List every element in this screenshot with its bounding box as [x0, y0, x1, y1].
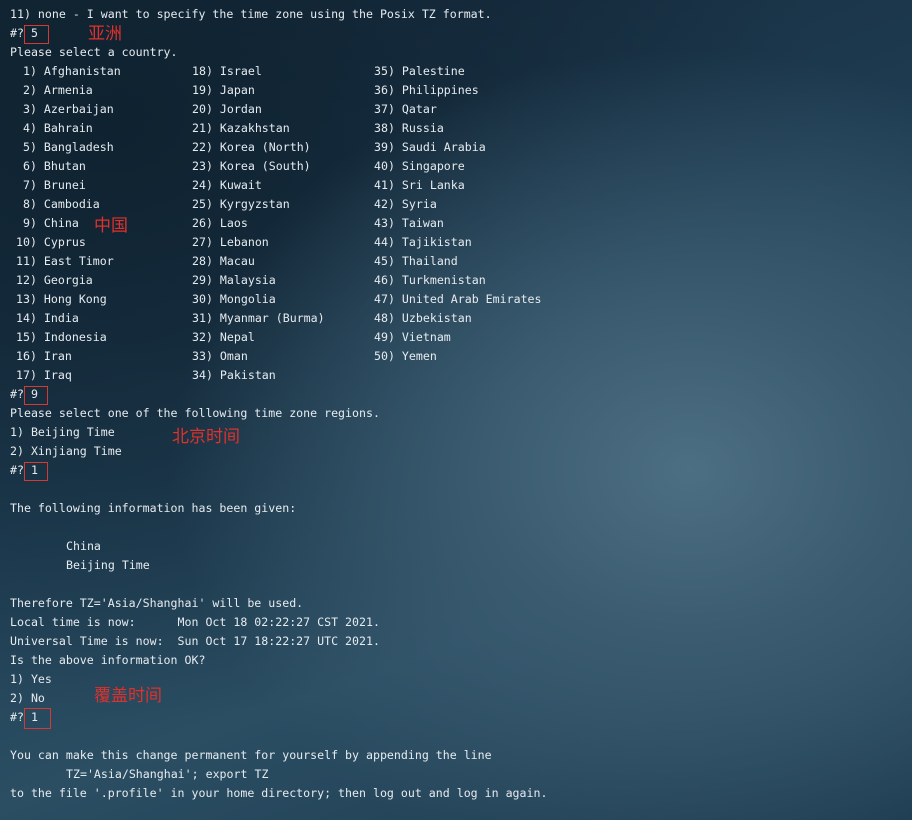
permanent-line-2: TZ='Asia/Shanghai'; export TZ [66, 767, 269, 781]
country-option: 20) Jordan [192, 102, 262, 116]
confirm-option-yes: 1) Yes [10, 672, 52, 686]
country-option: 10) Cyprus [16, 235, 86, 249]
confirm-question: Is the above information OK? [10, 653, 206, 667]
country-option: 18) Israel [192, 64, 262, 78]
country-option: 8) Cambodia [16, 197, 100, 211]
country-option: 14) India [16, 311, 79, 325]
country-option: 43) Taiwan [374, 216, 444, 230]
input-confirm: 1 [31, 710, 38, 724]
country-option: 42) Syria [374, 197, 437, 211]
country-option: 25) Kyrgyzstan [192, 197, 290, 211]
country-option: 5) Bangladesh [16, 140, 114, 154]
country-option: 27) Lebanon [192, 235, 269, 249]
annotation-china: 中国 [94, 216, 128, 236]
country-option: 50) Yemen [374, 349, 437, 363]
input-region: 1 [31, 463, 38, 477]
region-option-beijing: 1) Beijing Time [10, 425, 115, 439]
country-option: 17) Iraq [16, 368, 72, 382]
info-zone: Beijing Time [66, 558, 150, 572]
country-option: 16) Iran [16, 349, 72, 363]
annotation-asia: 亚洲 [88, 24, 122, 44]
country-option: 46) Turkmenistan [374, 273, 486, 287]
country-option: 9) China [16, 216, 79, 230]
country-option: 37) Qatar [374, 102, 437, 116]
country-option: 3) Azerbaijan [16, 102, 114, 116]
prompt-region: #? [10, 463, 24, 477]
country-option: 34) Pakistan [192, 368, 276, 382]
prompt-country: #? [10, 387, 24, 401]
input-continent: 5 [31, 26, 38, 40]
country-option: 6) Bhutan [16, 159, 86, 173]
country-option: 28) Macau [192, 254, 255, 268]
prompt-confirm: #? [10, 710, 24, 724]
country-option: 30) Mongolia [192, 292, 276, 306]
country-option: 29) Malaysia [192, 273, 276, 287]
country-option: 36) Philippines [374, 83, 479, 97]
info-country: China [66, 539, 101, 553]
country-option: 45) Thailand [374, 254, 458, 268]
local-time-line: Local time is now: Mon Oct 18 02:22:27 C… [10, 615, 380, 629]
universal-time-line: Universal Time is now: Sun Oct 17 18:22:… [10, 634, 380, 648]
country-option: 44) Tajikistan [374, 235, 472, 249]
country-option: 22) Korea (North) [192, 140, 311, 154]
terminal-window[interactable]: 11) none - I want to specify the time zo… [0, 0, 912, 820]
country-option: 1) Afghanistan [16, 64, 121, 78]
select-country-line: Please select a country. [10, 45, 178, 59]
country-option: 38) Russia [374, 121, 444, 135]
country-option: 35) Palestine [374, 64, 465, 78]
country-option: 24) Kuwait [192, 178, 262, 192]
confirm-option-no: 2) No [10, 691, 45, 705]
region-option-xinjiang: 2) Xinjiang Time [10, 444, 122, 458]
country-option: 12) Georgia [16, 273, 93, 287]
annotation-overwrite-time: 覆盖时间 [94, 686, 162, 706]
country-option: 23) Korea (South) [192, 159, 311, 173]
country-option: 31) Myanmar (Burma) [192, 311, 325, 325]
country-option: 7) Brunei [16, 178, 86, 192]
posix-option-line: 11) none - I want to specify the time zo… [10, 7, 492, 21]
country-option: 15) Indonesia [16, 330, 107, 344]
country-option: 49) Vietnam [374, 330, 451, 344]
country-option: 19) Japan [192, 83, 255, 97]
country-option: 4) Bahrain [16, 121, 93, 135]
country-option: 26) Laos [192, 216, 248, 230]
country-option: 41) Sri Lanka [374, 178, 465, 192]
permanent-line-3: to the file '.profile' in your home dire… [10, 786, 548, 800]
country-option: 47) United Arab Emirates [374, 292, 542, 306]
input-country: 9 [31, 387, 38, 401]
permanent-line-1: You can make this change permanent for y… [10, 748, 492, 762]
country-option: 40) Singapore [374, 159, 465, 173]
country-option: 21) Kazakhstan [192, 121, 290, 135]
country-option: 13) Hong Kong [16, 292, 107, 306]
info-given-line: The following information has been given… [10, 501, 297, 515]
country-option: 39) Saudi Arabia [374, 140, 486, 154]
country-option: 2) Armenia [16, 83, 93, 97]
country-option: 11) East Timor [16, 254, 114, 268]
country-option: 33) Oman [192, 349, 248, 363]
annotation-beijing-time: 北京时间 [172, 427, 240, 447]
country-option: 48) Uzbekistan [374, 311, 472, 325]
select-region-line: Please select one of the following time … [10, 406, 380, 420]
tz-used-line: Therefore TZ='Asia/Shanghai' will be use… [10, 596, 304, 610]
prompt-continent: #? [10, 26, 24, 40]
country-option: 32) Nepal [192, 330, 255, 344]
